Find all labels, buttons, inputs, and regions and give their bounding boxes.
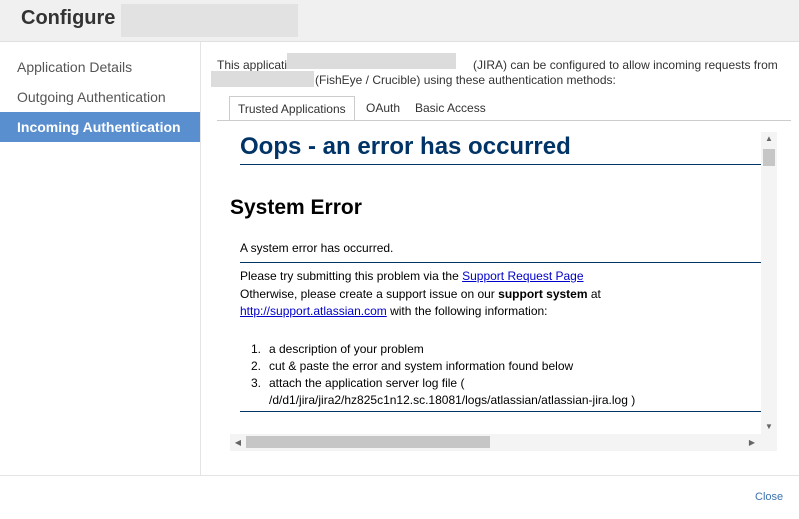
message-rule <box>240 262 762 263</box>
list-text: cut & paste the error and system informa… <box>269 359 574 373</box>
scroll-corner <box>761 434 777 451</box>
redacted-app-name-2 <box>211 71 314 87</box>
error-heading: Oops - an error has occurred <box>240 133 571 160</box>
list-text: a description of your problem <box>269 342 424 356</box>
sidebar-item-application-details[interactable]: Application Details <box>0 52 200 82</box>
list-item: 2. cut & paste the error and system infor… <box>251 359 573 373</box>
heading-rule <box>240 164 762 165</box>
vertical-scrollbar[interactable]: ▲ ▼ <box>761 132 777 434</box>
horizontal-scrollbar[interactable]: ◀ ▶ <box>230 434 761 451</box>
scroll-left-icon[interactable]: ◀ <box>231 434 245 451</box>
support-request-link[interactable]: Support Request Page <box>462 269 583 283</box>
scroll-right-icon[interactable]: ▶ <box>745 434 759 451</box>
error-message: A system error has occurred. <box>240 241 394 255</box>
error-frame: Oops - an error has occurred System Erro… <box>230 132 777 451</box>
tab-basic-access[interactable]: Basic Access <box>407 96 494 121</box>
list-text: attach the application server log file ( <box>269 376 465 390</box>
scroll-down-icon[interactable]: ▼ <box>761 420 777 434</box>
support-system-text: support system <box>498 287 588 301</box>
at-text: at <box>590 287 601 301</box>
list-item: 3. attach the application server log file… <box>251 376 464 390</box>
scroll-up-icon[interactable]: ▲ <box>761 132 777 146</box>
system-error-title: System Error <box>230 196 362 219</box>
horizontal-scroll-thumb[interactable] <box>246 436 490 448</box>
dialog-footer: Close <box>0 475 799 519</box>
otherwise-line: Otherwise, please create a support issue… <box>240 287 601 301</box>
log-path: /d/d1/jira/jira2/hz825c1n12.sc.18081/log… <box>269 393 636 407</box>
intro-line2: (FishEye / Crucible) using these authent… <box>315 73 616 87</box>
try-text: Please try submitting this problem via t… <box>240 269 459 283</box>
intro-line1-b: (JIRA) can be configured to allow incomi… <box>473 58 778 72</box>
list-number: 1. <box>251 342 262 356</box>
tab-oauth[interactable]: OAuth <box>358 96 408 121</box>
dialog-header: Configure <box>0 0 799 42</box>
vertical-scroll-thumb[interactable] <box>763 149 775 166</box>
sidebar-item-incoming-authentication[interactable]: Incoming Authentication <box>0 112 200 142</box>
main-content: This application (JIRA) can be configure… <box>201 42 799 475</box>
list-number: 2. <box>251 359 262 373</box>
support-url-link[interactable]: http://support.atlassian.com <box>240 304 387 318</box>
dialog-title: Configure <box>21 7 116 29</box>
list-item: 1. a description of your problem <box>251 342 424 356</box>
redacted-app-name <box>121 4 298 37</box>
tab-divider <box>217 120 791 121</box>
otherwise-text: Otherwise, please create a support issue… <box>240 287 495 301</box>
list-number: 3. <box>251 376 262 390</box>
sidebar-item-outgoing-authentication[interactable]: Outgoing Authentication <box>0 82 200 112</box>
list-rule <box>240 411 762 412</box>
url-line: http://support.atlassian.com with the fo… <box>240 304 548 318</box>
tab-trusted-applications[interactable]: Trusted Applications <box>229 96 355 121</box>
close-button[interactable]: Close <box>755 491 783 503</box>
sidebar-nav: Application Details Outgoing Authenticat… <box>0 42 201 475</box>
following-text: with the following information: <box>390 304 548 318</box>
redacted-base-url <box>287 53 456 69</box>
try-line: Please try submitting this problem via t… <box>240 269 584 283</box>
